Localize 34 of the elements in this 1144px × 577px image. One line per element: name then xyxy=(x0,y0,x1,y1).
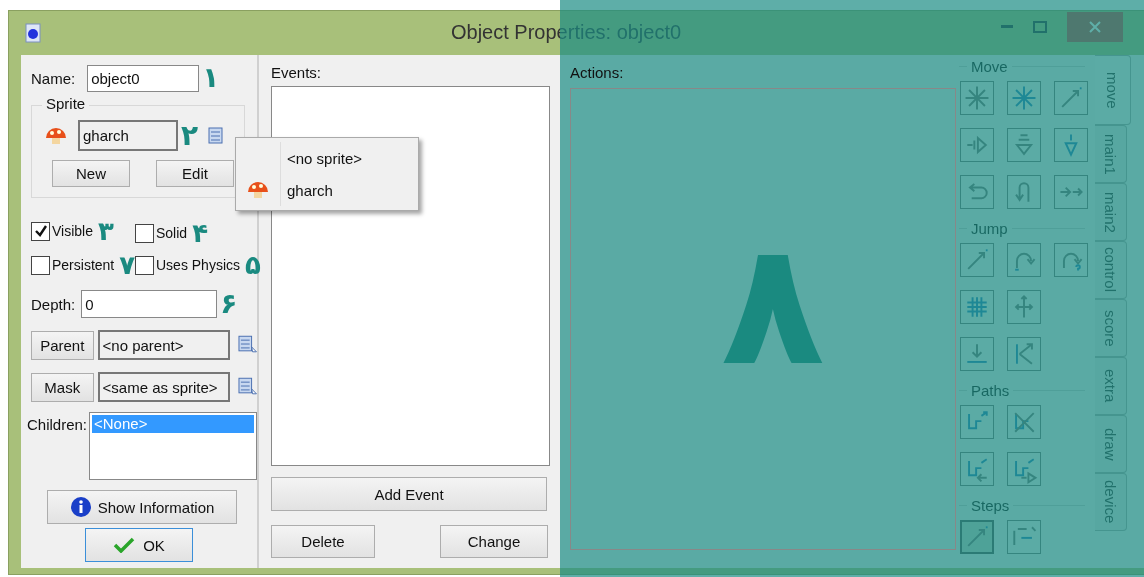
events-label: Events: xyxy=(271,64,323,81)
annotation-number: ۶ xyxy=(220,290,238,318)
depth-field[interactable]: 0 xyxy=(81,290,218,318)
annotation-number: ۴ xyxy=(192,220,208,246)
checkbox-label: Visible xyxy=(52,223,93,239)
parent-button[interactable]: Parent xyxy=(31,330,94,360)
actions-label: Actions: xyxy=(570,64,625,81)
add-event-button[interactable]: Add Event xyxy=(271,477,547,511)
change-button[interactable]: Change xyxy=(440,525,548,558)
mask-button[interactable]: Mask xyxy=(31,372,94,402)
annotation-number: ۷ xyxy=(119,252,136,278)
annotation-number: ۱ xyxy=(202,64,220,92)
ok-button[interactable]: OK xyxy=(85,528,193,562)
depth-label: Depth: xyxy=(31,295,76,313)
annotation-number: ۲ xyxy=(181,121,199,150)
checkbox-label: Uses Physics xyxy=(156,257,241,273)
new-button[interactable]: New xyxy=(52,160,130,187)
edit-button[interactable]: Edit xyxy=(156,160,234,187)
show-information-button[interactable]: Show Information xyxy=(47,490,237,524)
group-label: Sprite xyxy=(42,95,90,112)
annotation-number: ۵ xyxy=(245,252,261,278)
delete-button[interactable]: Delete xyxy=(271,525,375,558)
checkbox-label: Solid xyxy=(156,225,188,241)
children-label: Children: xyxy=(27,416,88,433)
annotation-number: ۳ xyxy=(98,218,114,244)
menu-item[interactable]: gharch xyxy=(236,174,418,206)
annotation-number: ۸ xyxy=(721,219,825,389)
mask-field[interactable]: <same as sprite> xyxy=(97,372,230,402)
checkbox-label: Persistent xyxy=(52,257,115,273)
name-label: Name: xyxy=(31,69,76,87)
parent-field[interactable]: <no parent> xyxy=(97,330,230,360)
sprite-field[interactable]: gharch xyxy=(78,120,178,151)
menu-item[interactable]: <no sprite> xyxy=(236,142,418,174)
name-field[interactable]: object0 xyxy=(87,64,200,92)
